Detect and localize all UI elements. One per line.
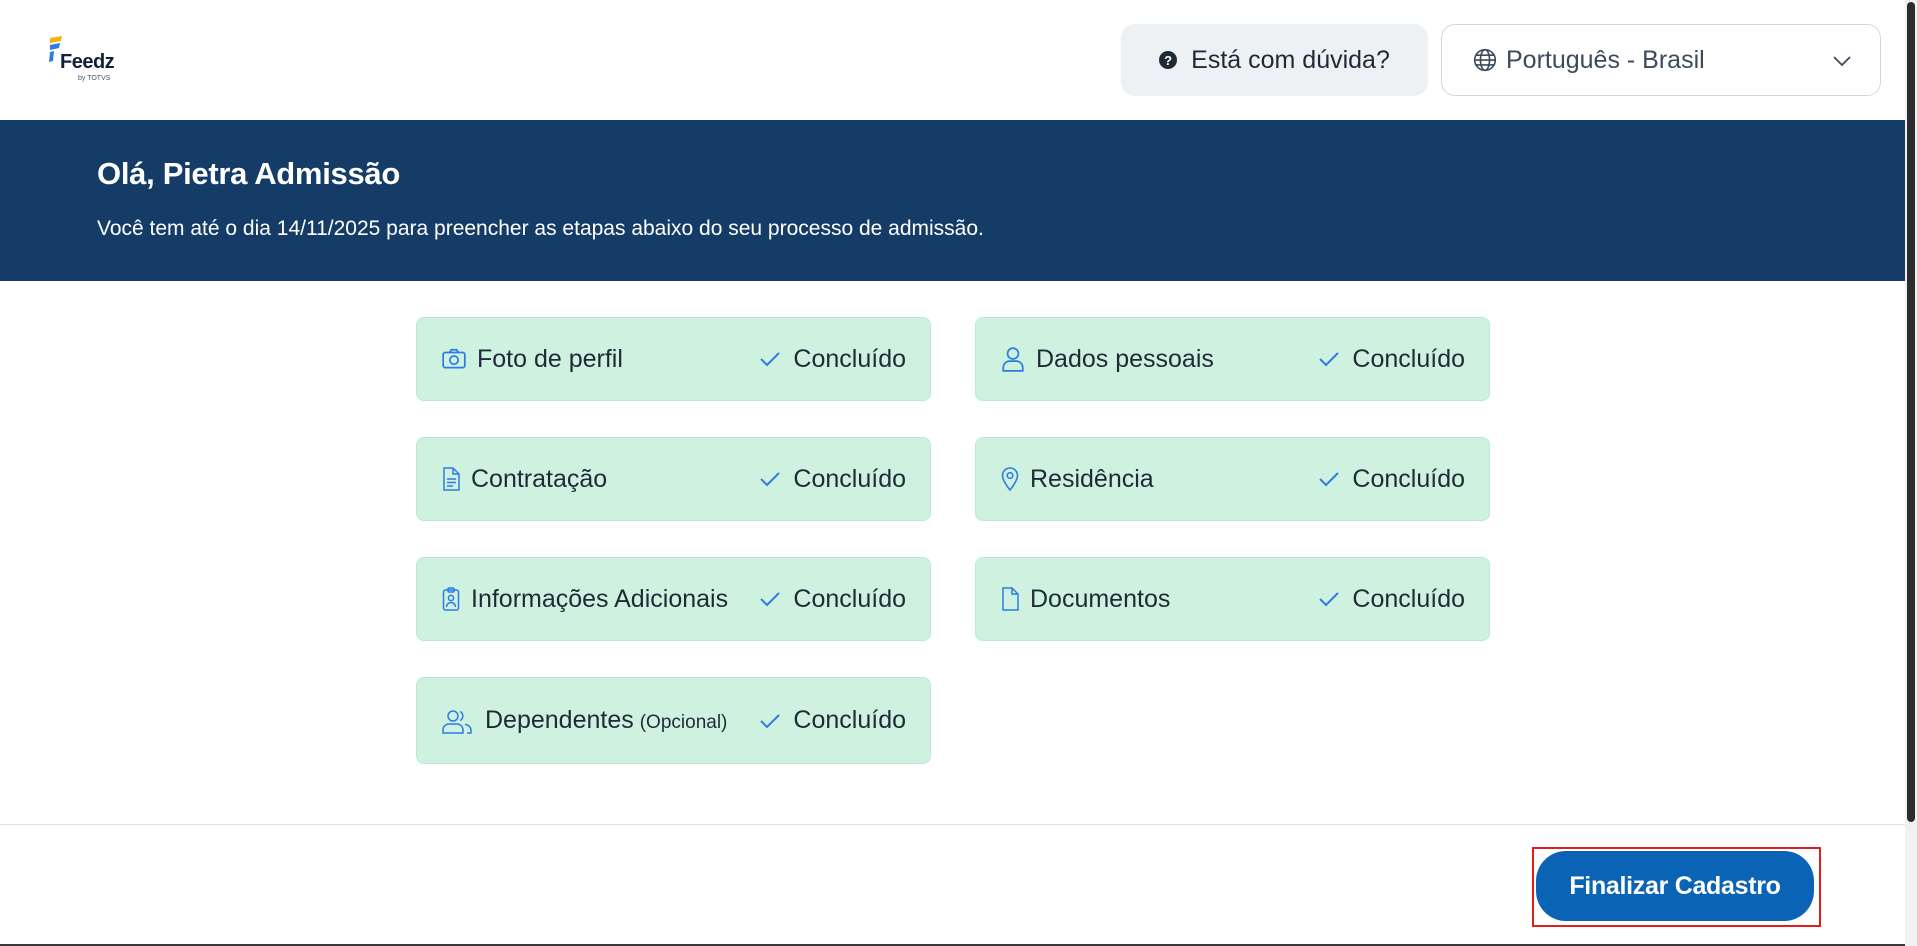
- step-status: Concluído: [759, 345, 906, 374]
- step-card-documentos[interactable]: Documentos Concluído: [975, 557, 1490, 641]
- check-icon: [760, 472, 781, 487]
- deadline-message: Você tem até o dia 14/11/2025 para preen…: [97, 217, 984, 240]
- file-icon: [1000, 586, 1020, 612]
- camera-icon: [441, 346, 467, 372]
- check-icon: [1319, 592, 1340, 607]
- step-status: Concluído: [759, 465, 906, 494]
- logo-subtext: by TOTVS: [78, 75, 111, 82]
- step-status: Concluído: [1318, 585, 1465, 614]
- id-badge-icon: [441, 586, 461, 612]
- step-card-informacoes-adicionais[interactable]: Informações Adicionais Concluído: [416, 557, 931, 641]
- step-status-label: Concluído: [1352, 464, 1465, 493]
- user-icon: [1000, 346, 1026, 372]
- help-button[interactable]: ? Está com dúvida?: [1121, 24, 1428, 96]
- step-label: Informações Adicionais: [471, 584, 729, 613]
- step-card-dependentes[interactable]: Dependentes (Opcional) Concluído: [416, 677, 931, 764]
- top-bar: Feedz by TOTVS ? Está com dúvida? Portug…: [0, 0, 1905, 120]
- step-status-label: Concluído: [1352, 344, 1465, 373]
- users-icon: [441, 708, 473, 734]
- step-label: Foto de perfil: [477, 344, 623, 373]
- step-label: Documentos: [1030, 584, 1171, 613]
- check-icon: [1319, 472, 1340, 487]
- language-select[interactable]: Português - Brasil: [1441, 24, 1881, 96]
- welcome-banner: Olá, Pietra Admissão Você tem até o dia …: [0, 120, 1905, 281]
- step-status: Concluído: [759, 706, 906, 735]
- step-label: Contratação: [471, 464, 608, 493]
- chevron-down-icon: [1833, 56, 1851, 67]
- step-card-foto-de-perfil[interactable]: Foto de perfil Concluído: [416, 317, 931, 401]
- optional-tag: (Opcional): [639, 712, 728, 733]
- globe-icon: [1473, 48, 1497, 72]
- greeting-title: Olá, Pietra Admissão: [97, 156, 400, 191]
- check-icon: [760, 713, 781, 728]
- step-status-label: Concluído: [1352, 584, 1465, 613]
- step-card-residencia[interactable]: Residência Concluído: [975, 437, 1490, 521]
- step-label: Dados pessoais: [1036, 344, 1214, 373]
- question-circle-icon: ?: [1159, 51, 1178, 69]
- step-label: Dependentes (Opcional): [485, 706, 759, 735]
- language-select-value: Português - Brasil: [1506, 45, 1705, 74]
- scrollbar-thumb[interactable]: [1907, 2, 1915, 822]
- check-icon: [1319, 352, 1340, 367]
- check-icon: [760, 592, 781, 607]
- finish-registration-button[interactable]: Finalizar Cadastro: [1536, 851, 1814, 921]
- step-card-dados-pessoais[interactable]: Dados pessoais Concluído: [975, 317, 1490, 401]
- step-status-label: Concluído: [793, 706, 906, 734]
- feedz-logo[interactable]: Feedz by TOTVS: [46, 34, 126, 86]
- step-label: Residência: [1030, 464, 1154, 493]
- footer-divider: [0, 824, 1905, 825]
- check-icon: [760, 352, 781, 367]
- step-status-label: Concluído: [793, 464, 906, 493]
- step-status-label: Concluído: [793, 344, 906, 373]
- step-label-text: Dependentes: [485, 706, 634, 734]
- document-lines-icon: [441, 466, 461, 492]
- step-status: Concluído: [1318, 465, 1465, 494]
- step-status: Concluído: [1318, 345, 1465, 374]
- help-button-label: Está com dúvida?: [1191, 45, 1390, 74]
- logo-wordmark: Feedz: [60, 51, 115, 73]
- step-status: Concluído: [759, 585, 906, 614]
- step-card-contratacao[interactable]: Contratação Concluído: [416, 437, 931, 521]
- step-status-label: Concluído: [793, 584, 906, 613]
- map-pin-icon: [1000, 466, 1020, 492]
